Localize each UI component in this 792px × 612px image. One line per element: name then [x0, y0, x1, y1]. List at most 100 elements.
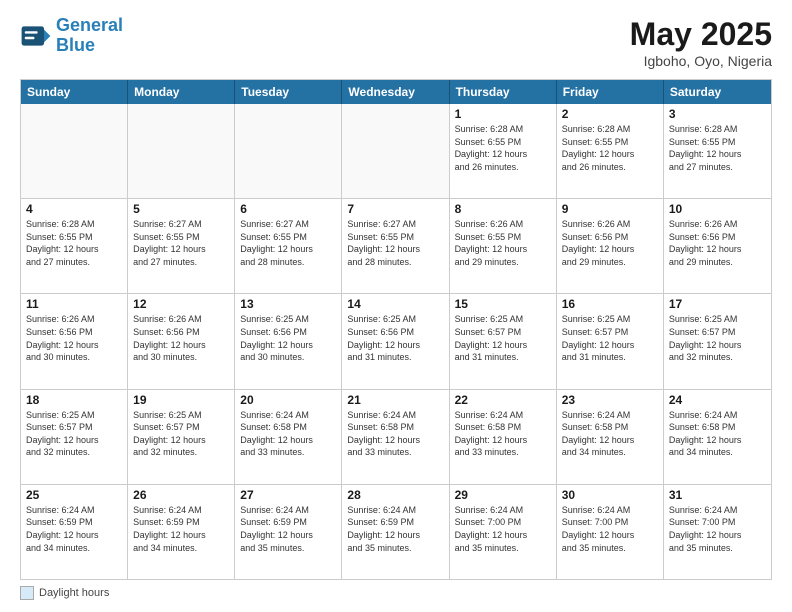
header: General Blue May 2025 Igboho, Oyo, Niger… [20, 16, 772, 69]
day-number: 25 [26, 488, 122, 502]
day-number: 19 [133, 393, 229, 407]
day-number: 7 [347, 202, 443, 216]
day-info: Sunrise: 6:24 AM Sunset: 6:59 PM Dayligh… [347, 504, 443, 554]
footer: Daylight hours [20, 586, 772, 600]
day-cell-3: 3Sunrise: 6:28 AM Sunset: 6:55 PM Daylig… [664, 104, 771, 198]
day-cell-11: 11 Sunrise: 6:26 AM Sunset: 6:56 PM Dayli… [21, 294, 128, 388]
day-cell-2: 2Sunrise: 6:28 AM Sunset: 6:55 PM Daylig… [557, 104, 664, 198]
day-cell-16: 16Sunrise: 6:25 AM Sunset: 6:57 PM Dayli… [557, 294, 664, 388]
day-cell-9: 9 Sunrise: 6:26 AM Sunset: 6:56 PM Daylig… [557, 199, 664, 293]
weekday-header-sunday: Sunday [21, 80, 128, 104]
empty-cell [21, 104, 128, 198]
day-number: 8 [455, 202, 551, 216]
weekday-header-tuesday: Tuesday [235, 80, 342, 104]
calendar-body: 1 Sunrise: 6:28 AM Sunset: 6:55 PM Daylig… [21, 104, 771, 579]
weekday-header-wednesday: Wednesday [342, 80, 449, 104]
logo-line1: General [56, 15, 123, 35]
empty-cell [342, 104, 449, 198]
day-info: Sunrise: 6:24 AM Sunset: 6:58 PM Dayligh… [669, 409, 766, 459]
day-info: Sunrise: 6:25 AM Sunset: 6:56 PM Dayligh… [240, 313, 336, 363]
day-cell-10: 10 Sunrise: 6:26 AM Sunset: 6:56 PM Dayli… [664, 199, 771, 293]
day-info: Sunrise: 6:26 AM Sunset: 6:56 PM Dayligh… [669, 218, 766, 268]
day-info: Sunrise: 6:24 AM Sunset: 6:58 PM Dayligh… [455, 409, 551, 459]
day-number: 29 [455, 488, 551, 502]
calendar: SundayMondayTuesdayWednesdayThursdayFrid… [20, 79, 772, 580]
day-number: 13 [240, 297, 336, 311]
day-cell-8: 8 Sunrise: 6:26 AM Sunset: 6:55 PM Daylig… [450, 199, 557, 293]
subtitle: Igboho, Oyo, Nigeria [630, 53, 772, 69]
day-number: 15 [455, 297, 551, 311]
day-number: 12 [133, 297, 229, 311]
day-info: Sunrise: 6:28 AM Sunset: 6:55 PM Dayligh… [669, 123, 766, 173]
day-number: 26 [133, 488, 229, 502]
day-info: Sunrise: 6:25 AM Sunset: 6:57 PM Dayligh… [133, 409, 229, 459]
day-number: 17 [669, 297, 766, 311]
day-number: 1 [455, 107, 551, 121]
day-number: 31 [669, 488, 766, 502]
calendar-row-1: 4Sunrise: 6:28 AM Sunset: 6:55 PM Daylig… [21, 199, 771, 294]
title-block: May 2025 Igboho, Oyo, Nigeria [630, 16, 772, 69]
day-cell-31: 31 Sunrise: 6:24 AM Sunset: 7:00 PM Dayli… [664, 485, 771, 579]
day-info: Sunrise: 6:25 AM Sunset: 6:57 PM Dayligh… [562, 313, 658, 363]
day-info: Sunrise: 6:27 AM Sunset: 6:55 PM Dayligh… [133, 218, 229, 268]
day-number: 27 [240, 488, 336, 502]
day-cell-20: 20 Sunrise: 6:24 AM Sunset: 6:58 PM Dayli… [235, 390, 342, 484]
day-number: 22 [455, 393, 551, 407]
weekday-header-monday: Monday [128, 80, 235, 104]
day-cell-26: 26Sunrise: 6:24 AM Sunset: 6:59 PM Dayli… [128, 485, 235, 579]
empty-cell [128, 104, 235, 198]
day-cell-22: 22 Sunrise: 6:24 AM Sunset: 6:58 PM Dayli… [450, 390, 557, 484]
day-cell-12: 12Sunrise: 6:26 AM Sunset: 6:56 PM Dayli… [128, 294, 235, 388]
day-info: Sunrise: 6:24 AM Sunset: 7:00 PM Dayligh… [669, 504, 766, 554]
day-number: 2 [562, 107, 658, 121]
day-info: Sunrise: 6:25 AM Sunset: 6:57 PM Dayligh… [26, 409, 122, 459]
day-number: 11 [26, 297, 122, 311]
calendar-row-3: 18Sunrise: 6:25 AM Sunset: 6:57 PM Dayli… [21, 390, 771, 485]
day-cell-19: 19 Sunrise: 6:25 AM Sunset: 6:57 PM Dayli… [128, 390, 235, 484]
empty-cell [235, 104, 342, 198]
day-info: Sunrise: 6:26 AM Sunset: 6:56 PM Dayligh… [26, 313, 122, 363]
day-info: Sunrise: 6:24 AM Sunset: 6:58 PM Dayligh… [240, 409, 336, 459]
day-cell-21: 21Sunrise: 6:24 AM Sunset: 6:58 PM Dayli… [342, 390, 449, 484]
day-number: 20 [240, 393, 336, 407]
day-info: Sunrise: 6:24 AM Sunset: 6:59 PM Dayligh… [26, 504, 122, 554]
logo: General Blue [20, 16, 123, 56]
day-number: 23 [562, 393, 658, 407]
day-cell-25: 25 Sunrise: 6:24 AM Sunset: 6:59 PM Dayli… [21, 485, 128, 579]
calendar-row-0: 1 Sunrise: 6:28 AM Sunset: 6:55 PM Daylig… [21, 104, 771, 199]
day-cell-23: 23 Sunrise: 6:24 AM Sunset: 6:58 PM Dayli… [557, 390, 664, 484]
day-number: 10 [669, 202, 766, 216]
day-cell-24: 24Sunrise: 6:24 AM Sunset: 6:58 PM Dayli… [664, 390, 771, 484]
page: General Blue May 2025 Igboho, Oyo, Niger… [0, 0, 792, 612]
day-info: Sunrise: 6:26 AM Sunset: 6:55 PM Dayligh… [455, 218, 551, 268]
calendar-row-4: 25 Sunrise: 6:24 AM Sunset: 6:59 PM Dayli… [21, 485, 771, 579]
day-cell-5: 5 Sunrise: 6:27 AM Sunset: 6:55 PM Daylig… [128, 199, 235, 293]
weekday-header-friday: Friday [557, 80, 664, 104]
day-info: Sunrise: 6:26 AM Sunset: 6:56 PM Dayligh… [562, 218, 658, 268]
main-title: May 2025 [630, 16, 772, 53]
day-info: Sunrise: 6:24 AM Sunset: 6:58 PM Dayligh… [562, 409, 658, 459]
logo-icon [20, 20, 52, 52]
logo-line2: Blue [56, 35, 95, 55]
day-number: 5 [133, 202, 229, 216]
legend-label: Daylight hours [39, 587, 109, 599]
calendar-header: SundayMondayTuesdayWednesdayThursdayFrid… [21, 80, 771, 104]
day-cell-6: 6Sunrise: 6:27 AM Sunset: 6:55 PM Daylig… [235, 199, 342, 293]
day-cell-1: 1 Sunrise: 6:28 AM Sunset: 6:55 PM Daylig… [450, 104, 557, 198]
day-cell-30: 30Sunrise: 6:24 AM Sunset: 7:00 PM Dayli… [557, 485, 664, 579]
day-cell-13: 13 Sunrise: 6:25 AM Sunset: 6:56 PM Dayli… [235, 294, 342, 388]
day-info: Sunrise: 6:24 AM Sunset: 6:59 PM Dayligh… [240, 504, 336, 554]
day-info: Sunrise: 6:25 AM Sunset: 6:57 PM Dayligh… [455, 313, 551, 363]
day-info: Sunrise: 6:25 AM Sunset: 6:57 PM Dayligh… [669, 313, 766, 363]
day-cell-14: 14Sunrise: 6:25 AM Sunset: 6:56 PM Dayli… [342, 294, 449, 388]
day-cell-28: 28Sunrise: 6:24 AM Sunset: 6:59 PM Dayli… [342, 485, 449, 579]
day-info: Sunrise: 6:27 AM Sunset: 6:55 PM Dayligh… [347, 218, 443, 268]
day-info: Sunrise: 6:27 AM Sunset: 6:55 PM Dayligh… [240, 218, 336, 268]
weekday-header-saturday: Saturday [664, 80, 771, 104]
calendar-row-2: 11 Sunrise: 6:26 AM Sunset: 6:56 PM Dayli… [21, 294, 771, 389]
day-number: 9 [562, 202, 658, 216]
day-info: Sunrise: 6:24 AM Sunset: 7:00 PM Dayligh… [562, 504, 658, 554]
day-cell-7: 7 Sunrise: 6:27 AM Sunset: 6:55 PM Daylig… [342, 199, 449, 293]
day-info: Sunrise: 6:28 AM Sunset: 6:55 PM Dayligh… [455, 123, 551, 173]
day-number: 14 [347, 297, 443, 311]
